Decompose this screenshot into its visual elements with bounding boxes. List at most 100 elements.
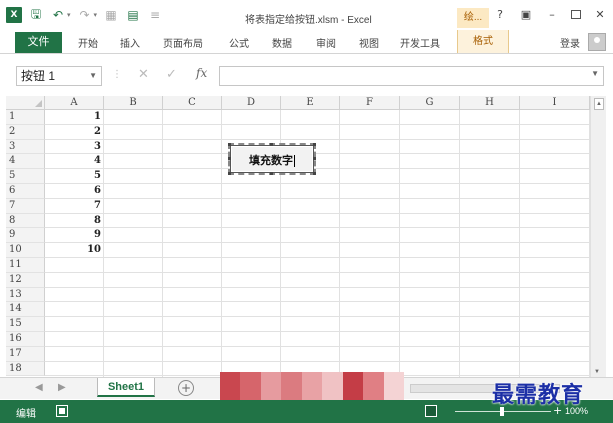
cell-a6[interactable]: 6 <box>45 184 104 199</box>
resize-handle[interactable] <box>228 172 231 175</box>
undo-icon[interactable]: ↶ <box>50 7 66 23</box>
row-header-13[interactable]: 13 <box>6 287 45 303</box>
row-header-4[interactable]: 4 <box>6 154 45 170</box>
tab-page-layout[interactable]: 页面布局 <box>163 35 203 50</box>
tab-view[interactable]: 视图 <box>359 35 379 50</box>
gridline-horizontal <box>45 183 590 184</box>
tab-review[interactable]: 审阅 <box>316 35 336 50</box>
row-header-10[interactable]: 10 <box>6 243 45 258</box>
cell-a9[interactable]: 9 <box>45 228 104 243</box>
row-header-8[interactable]: 8 <box>6 213 45 229</box>
gridline-horizontal <box>45 301 590 303</box>
chevron-down-icon[interactable]: ▼ <box>89 67 97 85</box>
row-header-18[interactable]: 18 <box>6 361 45 377</box>
enter-icon[interactable]: ✓ <box>166 67 177 82</box>
tab-data[interactable]: 数据 <box>272 35 292 50</box>
column-header-f[interactable]: F <box>340 96 400 110</box>
tab-file[interactable]: 文件 <box>15 32 62 53</box>
minimize-icon[interactable]: – <box>545 8 559 21</box>
ribbon-display-options-icon[interactable]: ▣ <box>519 8 533 21</box>
cell-a3[interactable]: 3 <box>45 140 104 155</box>
redo-dropdown-icon[interactable]: ▾ <box>94 11 98 19</box>
column-header-h[interactable]: H <box>460 96 520 110</box>
record-macro-icon[interactable] <box>56 405 68 417</box>
row-header-3[interactable]: 3 <box>6 139 45 155</box>
resize-handle[interactable] <box>313 157 316 160</box>
row-header-16[interactable]: 16 <box>6 332 45 347</box>
save-icon[interactable]: 🖫 <box>28 7 44 23</box>
formula-input[interactable]: ▼ <box>219 66 604 86</box>
row-header-7[interactable]: 7 <box>6 198 45 214</box>
row-header-14[interactable]: 14 <box>6 302 45 318</box>
row-header-12[interactable]: 12 <box>6 272 45 288</box>
form-icon[interactable]: ▤ <box>125 7 141 23</box>
expand-formula-bar-icon[interactable]: ▼ <box>591 69 599 78</box>
excel-logo-icon: X <box>6 7 22 23</box>
screenshot-icon[interactable]: ▦ <box>103 7 119 23</box>
row-header-15[interactable]: 15 <box>6 317 45 332</box>
gridline-horizontal <box>45 168 590 170</box>
name-box[interactable]: 按钮 1 ▼ <box>16 66 102 86</box>
cell-a4[interactable]: 4 <box>45 154 104 169</box>
cell-a8[interactable]: 8 <box>45 214 104 229</box>
customize-icon[interactable]: ≡ <box>147 7 163 23</box>
cell-a5[interactable]: 5 <box>45 169 104 184</box>
cell-a1[interactable]: 1 <box>45 110 104 125</box>
column-header-i[interactable]: I <box>520 96 590 110</box>
undo-dropdown-icon[interactable]: ▾ <box>67 11 71 19</box>
cell-a2[interactable]: 2 <box>45 125 104 140</box>
row-header-2[interactable]: 2 <box>6 124 45 140</box>
redo-icon[interactable]: ↷ <box>77 7 93 23</box>
resize-handle-icon[interactable]: ⋮ <box>112 69 122 80</box>
page-layout-view-icon[interactable] <box>425 405 437 417</box>
fill-numbers-form-button[interactable]: 填充数字 <box>230 145 314 173</box>
form-button-label[interactable]: 填充数字 <box>249 152 295 168</box>
row-header-1[interactable]: 1 <box>6 110 45 125</box>
maximize-icon[interactable] <box>571 10 581 19</box>
sign-in-link[interactable]: 登录 <box>560 35 580 50</box>
column-header-e[interactable]: E <box>281 96 340 110</box>
vertical-scrollbar[interactable]: ▲ ▼ <box>590 96 606 377</box>
worksheet-grid[interactable]: A B C D E F G H I 1 2 3 4 5 6 7 8 9 10 11 12 13 14 15 16 17 18 1 2 3 4… <box>6 96 590 377</box>
scroll-up-icon[interactable]: ▲ <box>594 98 604 110</box>
row-header-5[interactable]: 5 <box>6 169 45 184</box>
tab-developer[interactable]: 开发工具 <box>400 35 440 50</box>
column-header-b[interactable]: B <box>104 96 163 110</box>
resize-handle[interactable] <box>270 143 273 146</box>
row-header-11[interactable]: 11 <box>6 258 45 273</box>
close-icon[interactable]: ✕ <box>593 8 607 21</box>
row-header-9[interactable]: 9 <box>6 228 45 244</box>
scroll-down-icon[interactable]: ▼ <box>594 369 600 375</box>
row-header-6[interactable]: 6 <box>6 184 45 199</box>
avatar[interactable] <box>588 33 606 51</box>
column-header-d[interactable]: D <box>222 96 281 110</box>
column-header-c[interactable]: C <box>163 96 222 110</box>
watermark-logo: 最需教育 <box>492 382 585 408</box>
tab-format[interactable]: 格式 <box>457 30 509 53</box>
resize-handle[interactable] <box>228 143 231 146</box>
insert-function-icon[interactable]: fx <box>196 66 207 80</box>
resize-handle[interactable] <box>313 143 316 146</box>
add-sheet-icon[interactable]: + <box>178 380 194 396</box>
help-icon[interactable]: ? <box>493 8 507 21</box>
tab-insert[interactable]: 插入 <box>120 35 140 50</box>
zoom-slider[interactable] <box>455 407 551 416</box>
chevron-right-icon[interactable]: ▶ <box>58 382 66 393</box>
tab-home[interactable]: 开始 <box>78 35 98 50</box>
tab-formulas[interactable]: 公式 <box>229 35 249 50</box>
name-box-value: 按钮 1 <box>21 69 56 83</box>
resize-handle[interactable] <box>270 172 273 175</box>
chevron-left-icon[interactable]: ◀ <box>35 382 43 393</box>
resize-handle[interactable] <box>228 157 231 160</box>
sheet-tab-sheet1[interactable]: Sheet1 <box>97 378 155 397</box>
cell-a7[interactable]: 7 <box>45 199 104 214</box>
cell-a10[interactable]: 10 <box>45 243 104 258</box>
resize-handle[interactable] <box>313 172 316 175</box>
row-header-17[interactable]: 17 <box>6 346 45 362</box>
column-header-a[interactable]: A <box>45 96 104 110</box>
gridline-horizontal <box>45 227 590 229</box>
cancel-icon[interactable]: ✕ <box>138 67 149 82</box>
pixelated-region <box>220 372 404 402</box>
select-all-corner[interactable] <box>6 96 45 110</box>
column-header-g[interactable]: G <box>400 96 460 110</box>
